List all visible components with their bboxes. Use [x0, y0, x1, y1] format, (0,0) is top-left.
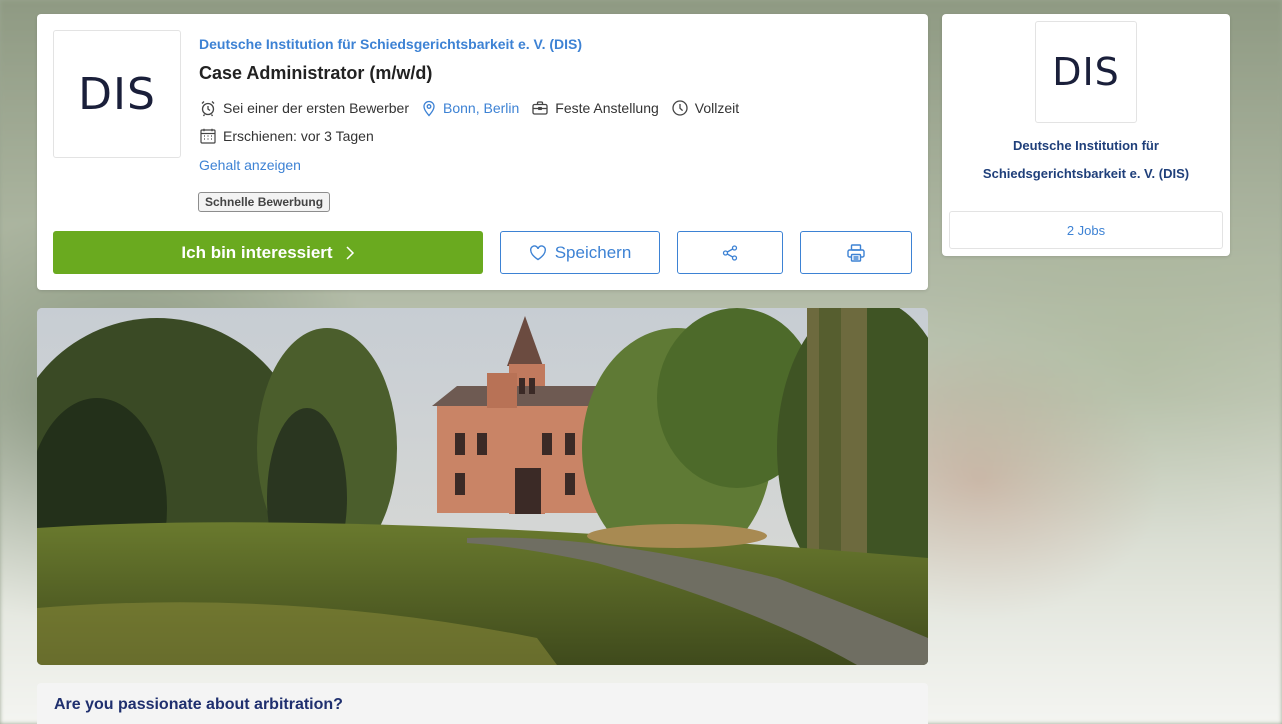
- description-heading: Are you passionate about arbitration?: [54, 696, 343, 713]
- published-item: Erschienen: vor 3 Tagen: [199, 127, 374, 145]
- sidebar-company-name-line2: Schiedsgerichtsbarkeit e. V. (DIS): [982, 166, 1190, 181]
- sidebar-company-logo[interactable]: DIS: [1035, 21, 1137, 123]
- early-applicant-text: Sei einer der ersten Bewerber: [223, 100, 409, 116]
- work-time-item: Vollzeit: [671, 99, 739, 117]
- employment-type-item: Feste Anstellung: [531, 100, 659, 116]
- job-title: Case Administrator (m/w/d): [199, 63, 433, 83]
- company-logo[interactable]: DIS: [53, 30, 181, 158]
- employment-type-text: Feste Anstellung: [555, 100, 659, 116]
- alarm-clock-icon: [201, 101, 215, 117]
- sidebar-logo-text: DIS: [1052, 50, 1120, 94]
- company-name-link[interactable]: Deutsche Institution für Schiedsgerichts…: [199, 36, 582, 52]
- calendar-icon: [200, 128, 216, 144]
- print-button[interactable]: [800, 231, 912, 274]
- work-time-text: Vollzeit: [694, 100, 740, 116]
- show-salary-link[interactable]: Gehalt anzeigen: [199, 157, 301, 173]
- interested-button-label: Ich bin interessiert: [181, 242, 333, 262]
- sidebar-company-name-line1: Deutsche Institution für: [1013, 138, 1159, 153]
- map-pin-icon: [423, 100, 435, 117]
- published-row: Erschienen: vor 3 Tagen: [199, 127, 386, 145]
- job-header-card: DIS Deutsche Institution für Schiedsgeri…: [37, 14, 928, 290]
- company-hero-image: [37, 308, 928, 665]
- company-logo-text: DIS: [78, 68, 156, 120]
- clock-icon: [672, 100, 688, 116]
- description-section: Are you passionate about arbitration?: [37, 683, 928, 724]
- printer-icon: [847, 243, 865, 262]
- quick-apply-badge: Schnelle Bewerbung: [198, 192, 331, 212]
- heart-icon: [529, 244, 546, 260]
- share-button[interactable]: [677, 231, 783, 274]
- interested-button[interactable]: Ich bin interessiert: [53, 231, 483, 274]
- briefcase-icon: [532, 101, 548, 115]
- location-text: Bonn, Berlin: [443, 100, 520, 116]
- chevron-right-icon: [346, 245, 354, 260]
- published-text: Erschienen: vor 3 Tagen: [223, 128, 374, 144]
- save-button-label: Speichern: [554, 242, 632, 262]
- early-applicant-item: Sei einer der ersten Bewerber: [199, 99, 409, 117]
- sidebar-company-name[interactable]: Deutsche Institution für Schiedsgerichts…: [942, 132, 1230, 188]
- share-icon: [722, 244, 738, 261]
- company-sidebar-card: DIS Deutsche Institution für Schiedsgeri…: [942, 14, 1230, 256]
- company-jobs-link[interactable]: 2 Jobs: [949, 211, 1223, 249]
- save-button[interactable]: Speichern: [500, 231, 660, 274]
- job-meta-row: Sei einer der ersten Bewerber Bonn, Berl…: [199, 99, 751, 117]
- location-item[interactable]: Bonn, Berlin: [421, 99, 519, 117]
